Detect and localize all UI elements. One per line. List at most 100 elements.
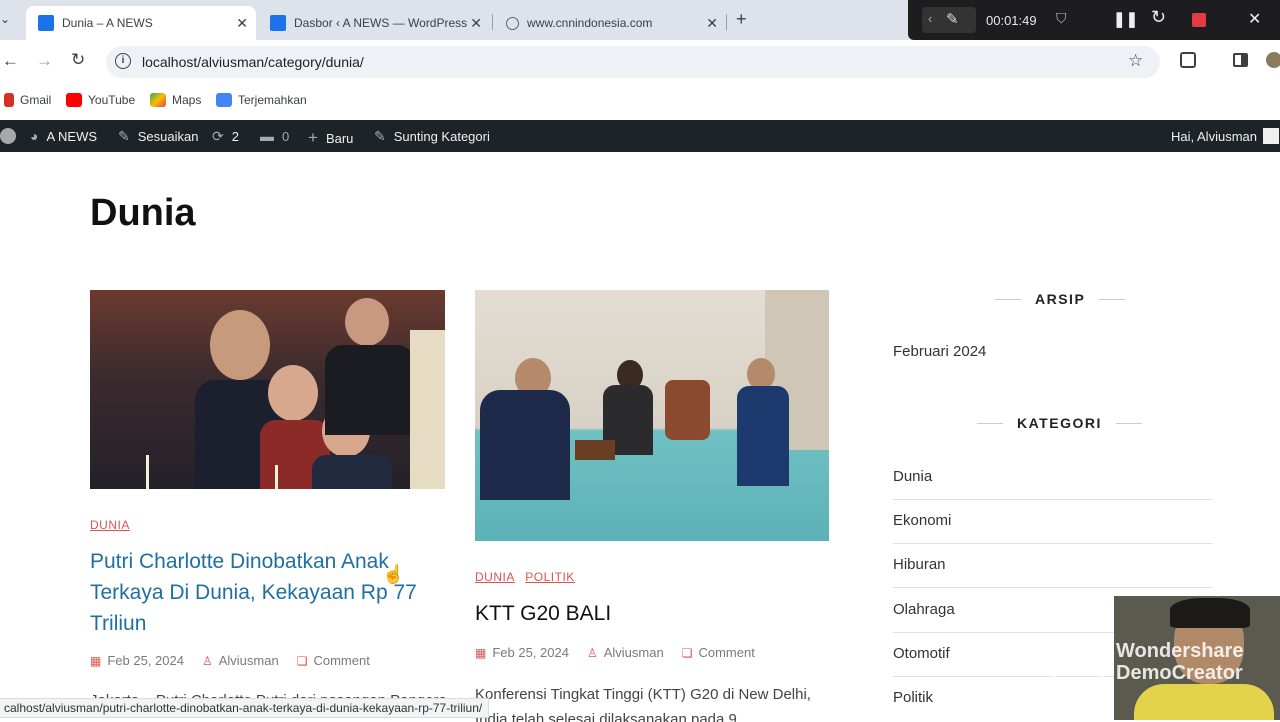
category-link[interactable]: POLITIK xyxy=(525,570,575,584)
bookmark-terjemahkan[interactable]: Terjemahkan xyxy=(216,93,307,107)
restart-icon[interactable]: ↻ xyxy=(1151,7,1166,28)
comment-icon: ❏ xyxy=(296,653,308,668)
comment-bubble-icon: ▬ xyxy=(260,128,274,144)
globe-icon xyxy=(506,16,519,30)
updates-icon: ⟳ xyxy=(212,128,224,144)
category-label: Ekonomi xyxy=(893,512,952,529)
admin-account[interactable]: Hai, Alviusman xyxy=(1171,128,1279,144)
url-text[interactable]: localhost/alviusman/category/dunia/ xyxy=(142,54,364,70)
photo-figure xyxy=(210,310,270,380)
pen-icon[interactable]: ✎ xyxy=(946,10,959,28)
photo-figure xyxy=(345,298,389,346)
divider xyxy=(1115,422,1142,424)
watermark-line: DemoCreator xyxy=(1116,662,1243,684)
date-text: Feb 25, 2024 xyxy=(492,645,569,660)
wp-admin-bar: ◕ A NEWS ✎ Sesuaikan ⟳ 2 ▬ 0 + Baru ✎ Su… xyxy=(0,120,1280,152)
post-author[interactable]: ♙ Alviusman xyxy=(202,653,279,668)
reload-icon[interactable]: ↻ xyxy=(71,50,85,70)
navigation-bar: ← → ↻ i localhost/alviusman/category/dun… xyxy=(0,40,1280,84)
close-icon[interactable]: ✕ xyxy=(1248,9,1261,29)
tab-list-chevron-icon[interactable]: ⌄ xyxy=(0,12,10,26)
author-text: Alviusman xyxy=(603,645,664,660)
bookmark-youtube[interactable]: YouTube xyxy=(66,93,135,107)
forward-icon[interactable]: → xyxy=(36,51,53,71)
plus-icon: + xyxy=(308,128,318,147)
sidebar-category-ekonomi[interactable]: Ekonomi xyxy=(893,500,1213,544)
translate-icon xyxy=(216,93,232,107)
comment-icon: ❏ xyxy=(681,645,693,660)
recorder-tools[interactable]: ‹ ✎ xyxy=(922,7,976,33)
admin-site-name[interactable]: ◕ A NEWS xyxy=(30,128,97,144)
close-tab-icon[interactable]: ✕ xyxy=(236,15,248,32)
post-thumbnail[interactable] xyxy=(90,290,445,489)
extensions-icon[interactable] xyxy=(1180,52,1196,68)
admin-edit-category[interactable]: ✎ Sunting Kategori xyxy=(374,128,490,145)
profile-avatar[interactable] xyxy=(1266,52,1280,68)
wordpress-logo-icon[interactable] xyxy=(0,128,16,144)
category-link[interactable]: DUNIA xyxy=(90,518,130,532)
info-icon[interactable]: i xyxy=(115,53,131,69)
admin-comments[interactable]: ▬ 0 xyxy=(260,128,289,144)
category-link[interactable]: DUNIA xyxy=(475,570,515,584)
maps-icon xyxy=(150,93,166,107)
sidebar-category-hiburan[interactable]: Hiburan xyxy=(893,544,1213,588)
recording-timer: 00:01:49 xyxy=(986,13,1037,28)
photo-figure xyxy=(268,365,318,421)
photo-figure xyxy=(737,386,789,486)
tab-title: Dasbor ‹ A NEWS — WordPress xyxy=(294,16,468,30)
close-tab-icon[interactable]: ✕ xyxy=(470,15,482,32)
bookmark-label: Gmail xyxy=(20,93,52,107)
admin-customize[interactable]: ✎ Sesuaikan xyxy=(118,128,198,145)
comment-text: Comment xyxy=(698,645,755,660)
news-favicon-icon xyxy=(270,15,286,31)
bookmark-star-icon[interactable]: ☆ xyxy=(1128,51,1143,71)
chevron-left-icon[interactable]: ‹ xyxy=(928,11,932,26)
archive-title-text: ARSIP xyxy=(1035,291,1086,307)
date-text: Feb 25, 2024 xyxy=(107,653,184,668)
comments-count: 0 xyxy=(282,128,290,144)
tab-cnnindonesia[interactable]: www.cnnindonesia.com ✕ xyxy=(494,6,726,40)
news-favicon-icon xyxy=(38,15,54,31)
admin-new[interactable]: + Baru xyxy=(308,128,353,148)
new-label: Baru xyxy=(325,130,354,146)
tab-dunia[interactable]: Dunia – A NEWS ✕ xyxy=(26,6,256,40)
new-tab-icon[interactable]: + xyxy=(736,9,747,30)
screen-recorder-toolbar: ‹ ✎ 00:01:49 ⛉ ❚❚ ↻ ✕ xyxy=(908,0,1280,40)
post-date[interactable]: ▦ Feb 25, 2024 xyxy=(475,645,569,660)
address-bar[interactable]: i localhost/alviusman/category/dunia/ ☆ xyxy=(106,46,1160,78)
photo-figure xyxy=(410,330,445,489)
sidebar-category-dunia[interactable]: Dunia xyxy=(893,456,1213,500)
post-thumbnail[interactable] xyxy=(475,290,829,541)
archive-link[interactable]: Februari 2024 xyxy=(893,343,1213,360)
post-title-link[interactable]: Putri Charlotte Dinobatkan Anak Terkaya … xyxy=(90,546,445,639)
user-icon: ♙ xyxy=(201,653,213,668)
post-meta: ▦ Feb 25, 2024 ♙ Alviusman ❏ Comment xyxy=(90,653,388,668)
divider xyxy=(995,298,1021,300)
back-icon[interactable]: ← xyxy=(2,51,19,71)
hand-cursor-icon: ☝ xyxy=(382,564,405,584)
side-panel-icon[interactable] xyxy=(1233,53,1248,67)
bookmark-maps[interactable]: Maps xyxy=(150,93,201,107)
photo-figure xyxy=(325,345,415,435)
post-author[interactable]: ♙ Alviusman xyxy=(587,645,664,660)
post-comment[interactable]: ❏ Comment xyxy=(297,653,370,668)
category-title-text: KATEGORI xyxy=(1017,415,1102,431)
post-comment[interactable]: ❏ Comment xyxy=(682,645,755,660)
post-date[interactable]: ▦ Feb 25, 2024 xyxy=(90,653,184,668)
tab-dasbor[interactable]: Dasbor ‹ A NEWS — WordPress ✕ xyxy=(258,6,490,40)
post-excerpt: Konferensi Tingkat Tinggi (KTT) G20 di N… xyxy=(475,686,811,722)
post-meta: ▦ Feb 25, 2024 ♙ Alviusman ❏ Comment xyxy=(475,645,773,660)
site-name-label: A NEWS xyxy=(46,128,98,144)
close-tab-icon[interactable]: ✕ xyxy=(706,15,718,32)
author-text: Alviusman xyxy=(218,653,279,668)
archive-widget-title: ARSIP xyxy=(981,291,1139,307)
post-title-link[interactable]: KTT G20 BALI xyxy=(475,598,829,629)
bookmark-gmail[interactable]: Gmail xyxy=(4,93,51,107)
pause-icon[interactable]: ❚❚ xyxy=(1113,10,1138,28)
admin-updates[interactable]: ⟳ 2 xyxy=(212,128,239,145)
stop-icon[interactable] xyxy=(1192,13,1206,27)
tab-title: www.cnnindonesia.com xyxy=(527,16,653,30)
divider xyxy=(1099,298,1126,300)
shield-icon[interactable]: ⛉ xyxy=(1056,10,1067,27)
edit-category-label: Sunting Kategori xyxy=(393,129,490,144)
